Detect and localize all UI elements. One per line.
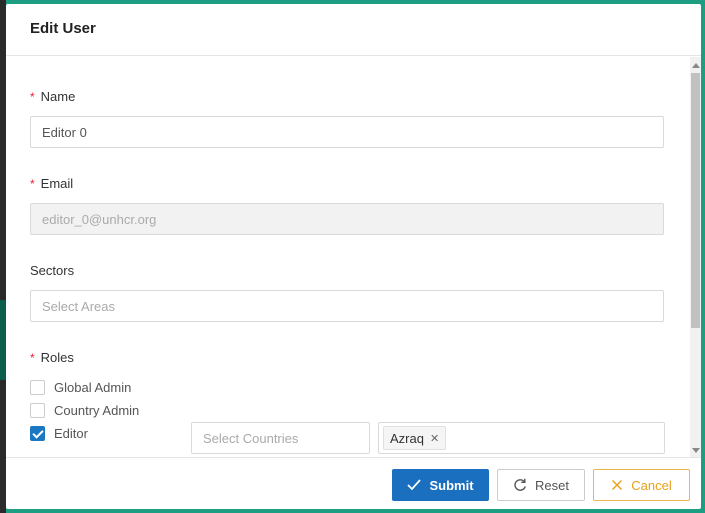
name-label: Name [40,89,76,104]
scroll-up-icon[interactable] [692,63,700,68]
modal-footer: Submit Reset Cancel [6,457,701,509]
country-admin-label: Country Admin [54,402,140,418]
reload-icon [514,478,526,491]
roles-label-row: * Roles [30,349,74,367]
remove-tag-icon[interactable]: ✕ [430,432,439,445]
role-option-country-admin[interactable]: Country Admin [30,401,139,419]
submit-label: Submit [429,477,474,493]
sectors-placeholder: Select Areas [42,299,115,314]
area-tag: Azraq ✕ [383,426,447,450]
reset-button[interactable]: Reset [497,469,585,501]
areas-select[interactable]: Azraq ✕ [378,422,665,454]
editor-checkbox[interactable] [30,425,45,441]
scroll-thumb[interactable] [691,73,700,328]
countries-placeholder: Select Countries [203,431,299,446]
submit-button[interactable]: Submit [392,469,489,501]
edit-user-modal: Edit User * Name Editor 0 * Email editor_0… [6,4,701,509]
role-option-editor[interactable]: Editor [30,424,88,442]
sectors-label: Sectors [30,263,75,278]
cancel-button[interactable]: Cancel [593,469,690,501]
required-mark: * [30,90,35,104]
scroll-down-icon[interactable] [692,448,700,453]
email-input: editor_0@unhcr.org [30,203,664,235]
check-icon [407,479,422,491]
countries-select[interactable]: Select Countries [191,422,370,454]
country-admin-checkbox[interactable] [30,402,45,418]
role-option-global-admin[interactable]: Global Admin [30,378,131,396]
modal-scrollbar[interactable] [690,57,701,457]
name-input[interactable]: Editor 0 [30,116,664,148]
editor-label: Editor [54,425,88,441]
email-label: Email [40,176,74,191]
modal-header: Edit User [6,4,701,56]
sectors-label-row: Sectors [30,263,74,278]
cancel-label: Cancel [631,477,672,493]
modal-title: Edit User [30,20,96,37]
close-icon [612,480,623,490]
name-label-row: * Name [30,88,75,106]
global-admin-checkbox[interactable] [30,379,45,395]
modal-body[interactable]: * Name Editor 0 * Email editor_0@unhcr.org… [6,57,690,457]
required-mark: * [30,177,35,191]
global-admin-label: Global Admin [54,379,132,395]
area-tag-label: Azraq [390,430,424,446]
sectors-select[interactable]: Select Areas [30,290,664,322]
email-label-row: * Email [30,175,73,193]
roles-label: Roles [40,350,74,365]
reset-label: Reset [535,477,569,493]
required-mark: * [30,351,35,365]
